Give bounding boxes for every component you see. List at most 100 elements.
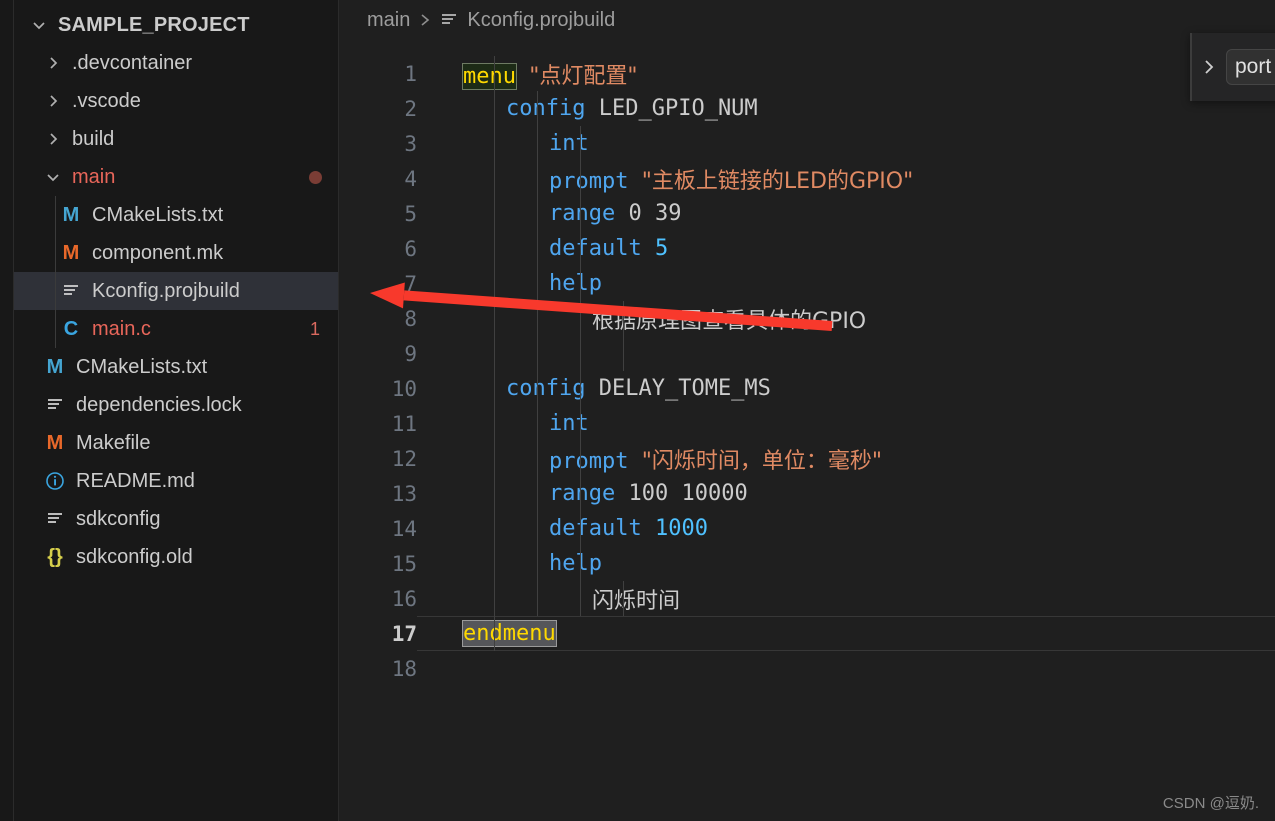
explorer-item-main-c[interactable]: Cmain.c 1 (14, 310, 338, 348)
code-token: 0 39 (628, 201, 682, 226)
explorer-item-makefile[interactable]: M Makefile (14, 424, 338, 462)
code-token: 闪烁时间 (592, 588, 681, 614)
code-line[interactable]: 14 default 1000 (339, 511, 1275, 546)
line-number: 8 (404, 306, 417, 331)
code-line[interactable]: 6 default 5 (339, 231, 1275, 266)
code-line[interactable]: 2 config LED_GPIO_NUM (339, 91, 1275, 126)
explorer-item-kconfig-projbuild[interactable]: Kconfig.projbuild (14, 272, 338, 310)
code-token: help (549, 551, 602, 576)
settings-lines-icon (440, 11, 458, 29)
markdown-m-blue-icon: M (46, 355, 64, 378)
code-line[interactable]: 16 闪烁时间 (339, 581, 1275, 616)
code-line[interactable]: 1 menu "点灯配置" (339, 56, 1275, 91)
explorer-item-label: CMakeLists.txt (76, 355, 208, 378)
indent-guide (494, 56, 495, 651)
code-token: help (549, 271, 602, 296)
code-line-content[interactable]: help (417, 546, 1275, 581)
explorer-item-sdkconfig-old[interactable]: {} sdkconfig.old (14, 538, 338, 576)
code-token: menu (462, 62, 517, 90)
explorer-item-main[interactable]: main (14, 158, 338, 196)
code-line[interactable]: 11 int (339, 406, 1275, 441)
makefile-m-orange-icon: M (46, 431, 64, 454)
explorer-item-label: README.md (76, 469, 195, 492)
code-line-content[interactable]: 闪烁时间 (417, 581, 1275, 616)
code-line-content[interactable]: default 5 (417, 231, 1275, 266)
explorer-item-build[interactable]: build (14, 120, 338, 158)
code-line[interactable]: 3 int (339, 126, 1275, 161)
breadcrumb-folder[interactable]: main (367, 9, 410, 32)
code-line[interactable]: 5 range 0 39 (339, 196, 1275, 231)
code-line[interactable]: 13 range 100 10000 (339, 476, 1275, 511)
line-number: 12 (391, 446, 417, 471)
explorer-item-label: sdkconfig.old (76, 545, 193, 568)
line-number: 15 (391, 551, 417, 576)
code-line-content[interactable]: range 0 39 (417, 196, 1275, 231)
code-line[interactable]: 8 根据原理图查看具体的GPIO (339, 301, 1275, 336)
code-line-content[interactable]: config LED_GPIO_NUM (417, 91, 1275, 126)
code-token: "点灯配置" (529, 63, 638, 89)
code-line[interactable]: 18 (339, 651, 1275, 686)
code-line[interactable]: 17 endmenu (339, 616, 1275, 651)
chevron-right-icon[interactable] (42, 93, 64, 109)
code-line-content[interactable]: 根据原理图查看具体的GPIO (417, 301, 1275, 336)
explorer-item-vscode[interactable]: .vscode (14, 82, 338, 120)
explorer-item-dependencies-lock[interactable]: dependencies.lock (14, 386, 338, 424)
code-line[interactable]: 4 prompt "主板上链接的LED的GPIO" (339, 161, 1275, 196)
code-line-content[interactable]: prompt "主板上链接的LED的GPIO" (417, 161, 1275, 196)
explorer-root-folder[interactable]: SAMPLE_PROJECT (14, 6, 338, 44)
chevron-right-icon[interactable] (42, 131, 64, 147)
code-line-content[interactable] (417, 651, 1275, 686)
problem-count-badge: 1 (309, 318, 320, 339)
code-editor[interactable]: 1 menu "点灯配置" 2 config LED_GPIO_NUM 3 int 4 pro… (339, 40, 1275, 821)
code-line-content[interactable]: int (417, 126, 1275, 161)
chevron-right-icon (419, 11, 431, 29)
code-token: default (549, 236, 642, 261)
line-number: 17 (391, 621, 417, 646)
code-line-content[interactable]: prompt "闪烁时间，单位：毫秒" (417, 441, 1275, 476)
chevron-right-icon[interactable] (1202, 57, 1216, 77)
breadcrumb-file[interactable]: Kconfig.projbuild (467, 9, 615, 32)
code-line[interactable]: 12 prompt "闪烁时间，单位：毫秒" (339, 441, 1275, 476)
line-number: 3 (404, 131, 417, 156)
peek-port-chip[interactable]: port (1226, 49, 1275, 85)
code-line-content[interactable]: help (417, 266, 1275, 301)
explorer-item-label: dependencies.lock (76, 393, 242, 416)
code-line[interactable]: 9 (339, 336, 1275, 371)
code-line-content[interactable]: config DELAY_TOME_MS (417, 371, 1275, 406)
code-line-content[interactable]: default 1000 (417, 511, 1275, 546)
chevron-down-icon[interactable] (42, 169, 64, 185)
code-token: "主板上链接的LED的GPIO" (641, 168, 914, 194)
explorer-item-sdkconfig[interactable]: sdkconfig (14, 500, 338, 538)
line-number: 6 (404, 236, 417, 261)
code-line-content[interactable]: endmenu (417, 616, 1275, 651)
code-line-content[interactable]: int (417, 406, 1275, 441)
code-line-content[interactable] (417, 336, 1275, 371)
explorer-item-readme-md[interactable]: README.md (14, 462, 338, 500)
code-line[interactable]: 15 help (339, 546, 1275, 581)
explorer-item-label: sdkconfig (76, 507, 161, 530)
explorer-item-devcontainer[interactable]: .devcontainer (14, 44, 338, 82)
explorer-item-label: Kconfig.projbuild (92, 279, 240, 302)
chevron-down-icon[interactable] (28, 17, 50, 33)
explorer-item-component-mk[interactable]: Mcomponent.mk (14, 234, 338, 272)
explorer-item-label: .devcontainer (72, 51, 193, 74)
explorer-sidebar: SAMPLE_PROJECT .devcontainer .vscode build m… (14, 0, 339, 821)
explorer-indent-guide (55, 196, 56, 348)
code-token: config (506, 96, 586, 121)
explorer-item-cmakelists-txt[interactable]: M CMakeLists.txt (14, 196, 338, 234)
line-number: 2 (404, 96, 417, 121)
explorer-item-label: .vscode (72, 89, 141, 112)
chevron-right-icon[interactable] (42, 55, 64, 71)
code-line[interactable]: 7 help (339, 266, 1275, 301)
code-line-content[interactable]: menu "点灯配置" (417, 56, 1275, 91)
explorer-item-cmakelists-txt[interactable]: M CMakeLists.txt (14, 348, 338, 386)
code-line[interactable]: 10 config DELAY_TOME_MS (339, 371, 1275, 406)
code-line-content[interactable]: range 100 10000 (417, 476, 1275, 511)
explorer-item-label: CMakeLists.txt (92, 203, 224, 226)
code-token: 5 (654, 236, 669, 261)
peek-panel[interactable]: port (1190, 33, 1275, 101)
explorer-root-label: SAMPLE_PROJECT (58, 13, 250, 36)
code-token: 1000 (654, 516, 708, 541)
breadcrumb[interactable]: main Kconfig.projbuild (339, 0, 1275, 40)
